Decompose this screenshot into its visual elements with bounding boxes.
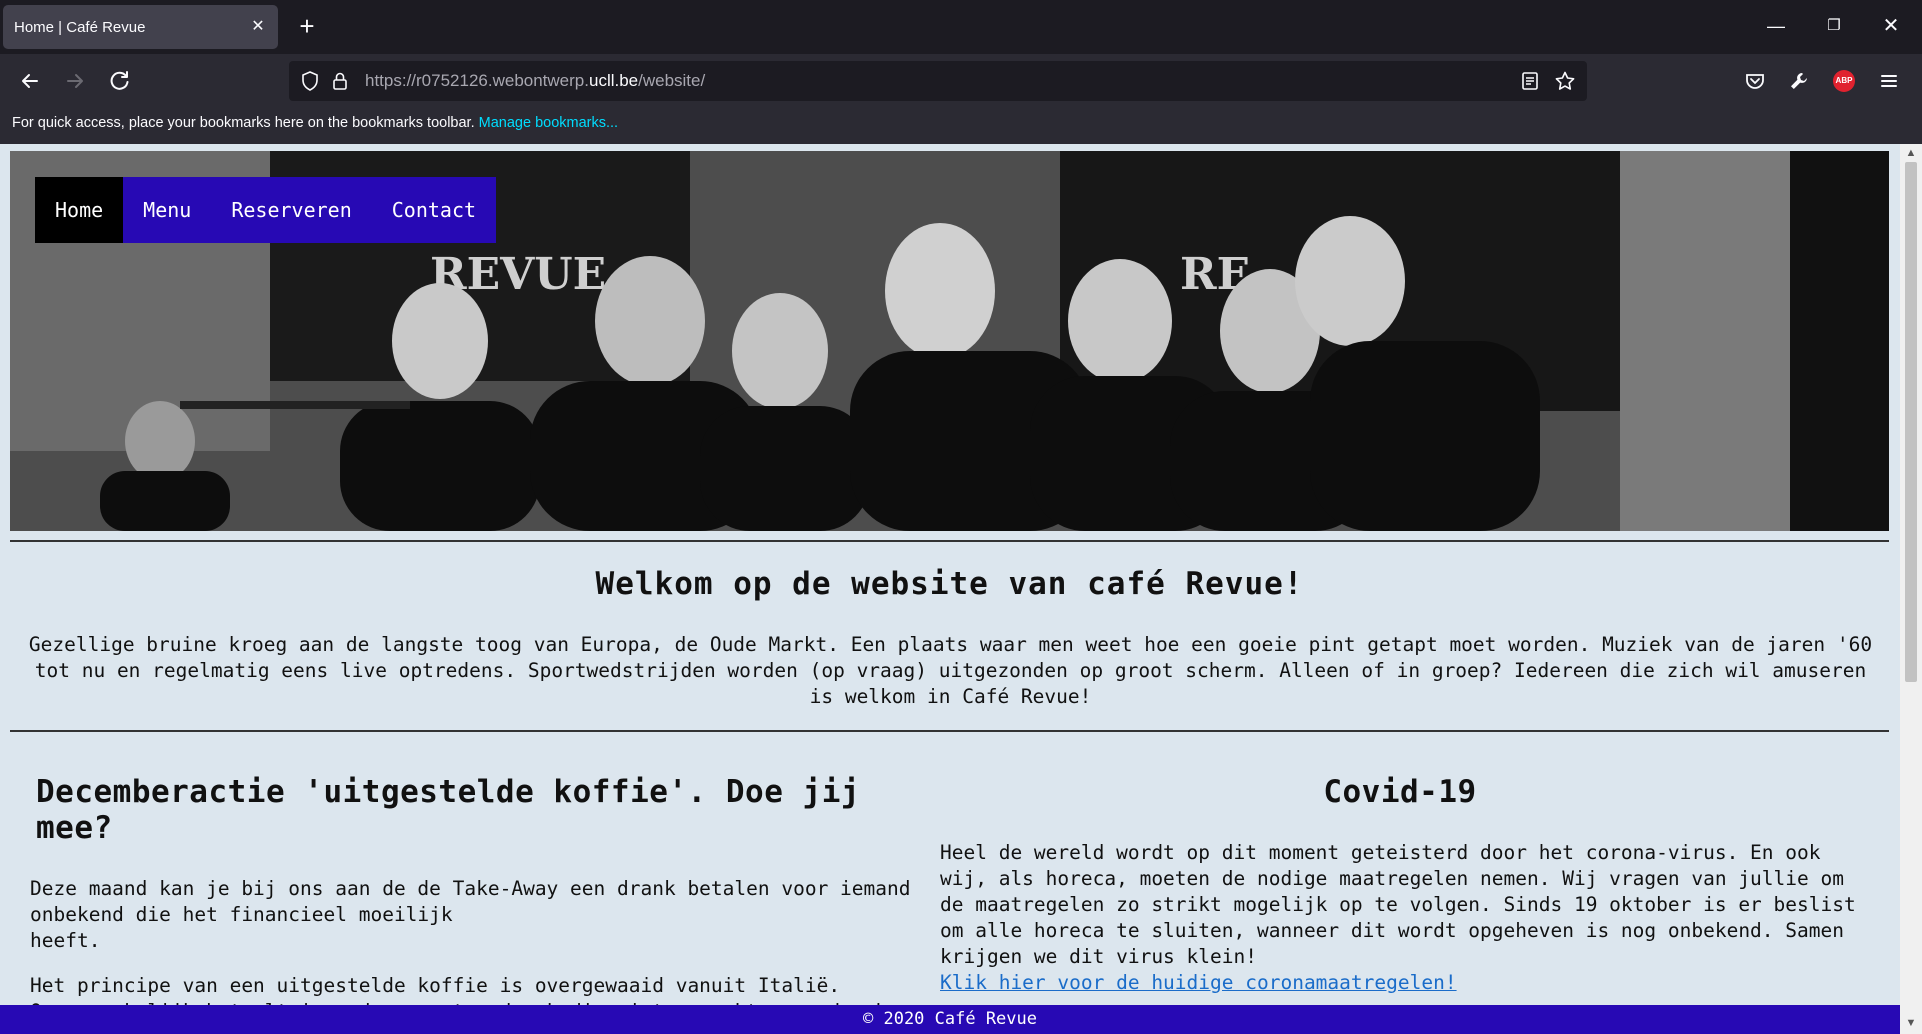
december-action-p1-line2: heeft. [30,929,101,952]
close-window-icon[interactable]: ✕ [1877,12,1905,40]
tab-close-icon[interactable]: ✕ [248,17,268,37]
adblock-icon[interactable]: ABP [1833,70,1855,92]
december-action-title: Decemberactie 'uitgestelde koffie'. Doe … [36,774,861,846]
scroll-up-icon[interactable]: ▲ [1904,146,1918,160]
covid-measures-link[interactable]: Klik hier voor de huidige coronamaatrege… [940,971,1457,994]
scroll-down-icon[interactable]: ▼ [1904,1016,1918,1030]
scrollbar-thumb[interactable] [1905,162,1917,682]
url-prefix: https://r0752126.webontwerp. [365,71,589,90]
page-scrollbar[interactable]: ▲ ▼ [1900,144,1922,1034]
december-action-p1-line1: Deze maand kan je bij ons aan de de Take… [30,877,911,926]
reload-icon[interactable] [105,66,135,96]
restore-icon[interactable]: ❐ [1820,12,1848,40]
divider-middle [10,730,1889,732]
browser-tab-bar: Home | Café Revue ✕ + — ❐ ✕ [0,0,1922,54]
site-main-nav: Home Menu Reserveren Contact [35,177,497,243]
lock-icon[interactable] [329,70,351,92]
december-action-section: Decemberactie 'uitgestelde koffie'. Doe … [30,774,942,1034]
url-bar[interactable]: https://r0752126.webontwerp.ucll.be/webs… [289,61,1587,101]
covid-section: Covid-19 Heel de wereld wordt op dit mom… [940,774,1860,996]
site-footer: © 2020 Café Revue [0,1005,1900,1034]
new-tab-icon[interactable]: + [293,12,321,40]
covid-title: Covid-19 [1323,774,1477,810]
minimize-icon[interactable]: — [1762,12,1790,40]
back-arrow-icon[interactable] [15,66,45,96]
star-icon[interactable] [1554,70,1576,92]
nav-item-reserveren[interactable]: Reserveren [211,177,371,243]
url-path: /website/ [638,71,706,90]
nav-item-contact[interactable]: Contact [372,177,496,243]
url-domain: ucll.be [588,71,639,90]
forward-arrow-icon[interactable] [60,66,90,96]
wrench-icon[interactable] [1788,70,1810,92]
shield-icon[interactable] [299,70,321,92]
bookmarks-bar: For quick access, place your bookmarks h… [0,108,1922,144]
browser-nav-bar: https://r0752126.webontwerp.ucll.be/webs… [0,54,1922,108]
reader-view-icon[interactable] [1519,70,1541,92]
pocket-icon[interactable] [1744,70,1766,92]
url-text[interactable]: https://r0752126.webontwerp.ucll.be/webs… [365,61,705,101]
nav-item-menu[interactable]: Menu [123,177,211,243]
december-action-paragraph-1: Deze maand kan je bij ons aan de de Take… [30,876,942,954]
welcome-text: Gezellige bruine kroeg aan de langste to… [28,633,1873,708]
manage-bookmarks-link[interactable]: Manage bookmarks... [479,115,618,131]
page-viewport: REVUE RE Home Menu Reserveren Contact We… [0,144,1900,1034]
nav-item-home[interactable]: Home [35,177,124,243]
covid-text: Heel de wereld wordt op dit moment getei… [940,841,1856,968]
welcome-title: Welkom op de website van café Revue! [595,566,1304,602]
tab-title: Home | Café Revue [14,18,146,36]
divider-top [10,540,1889,542]
browser-tab-active[interactable]: Home | Café Revue ✕ [3,5,278,49]
bookmarks-hint: For quick access, place your bookmarks h… [12,115,475,131]
hamburger-menu-icon[interactable] [1878,70,1900,92]
